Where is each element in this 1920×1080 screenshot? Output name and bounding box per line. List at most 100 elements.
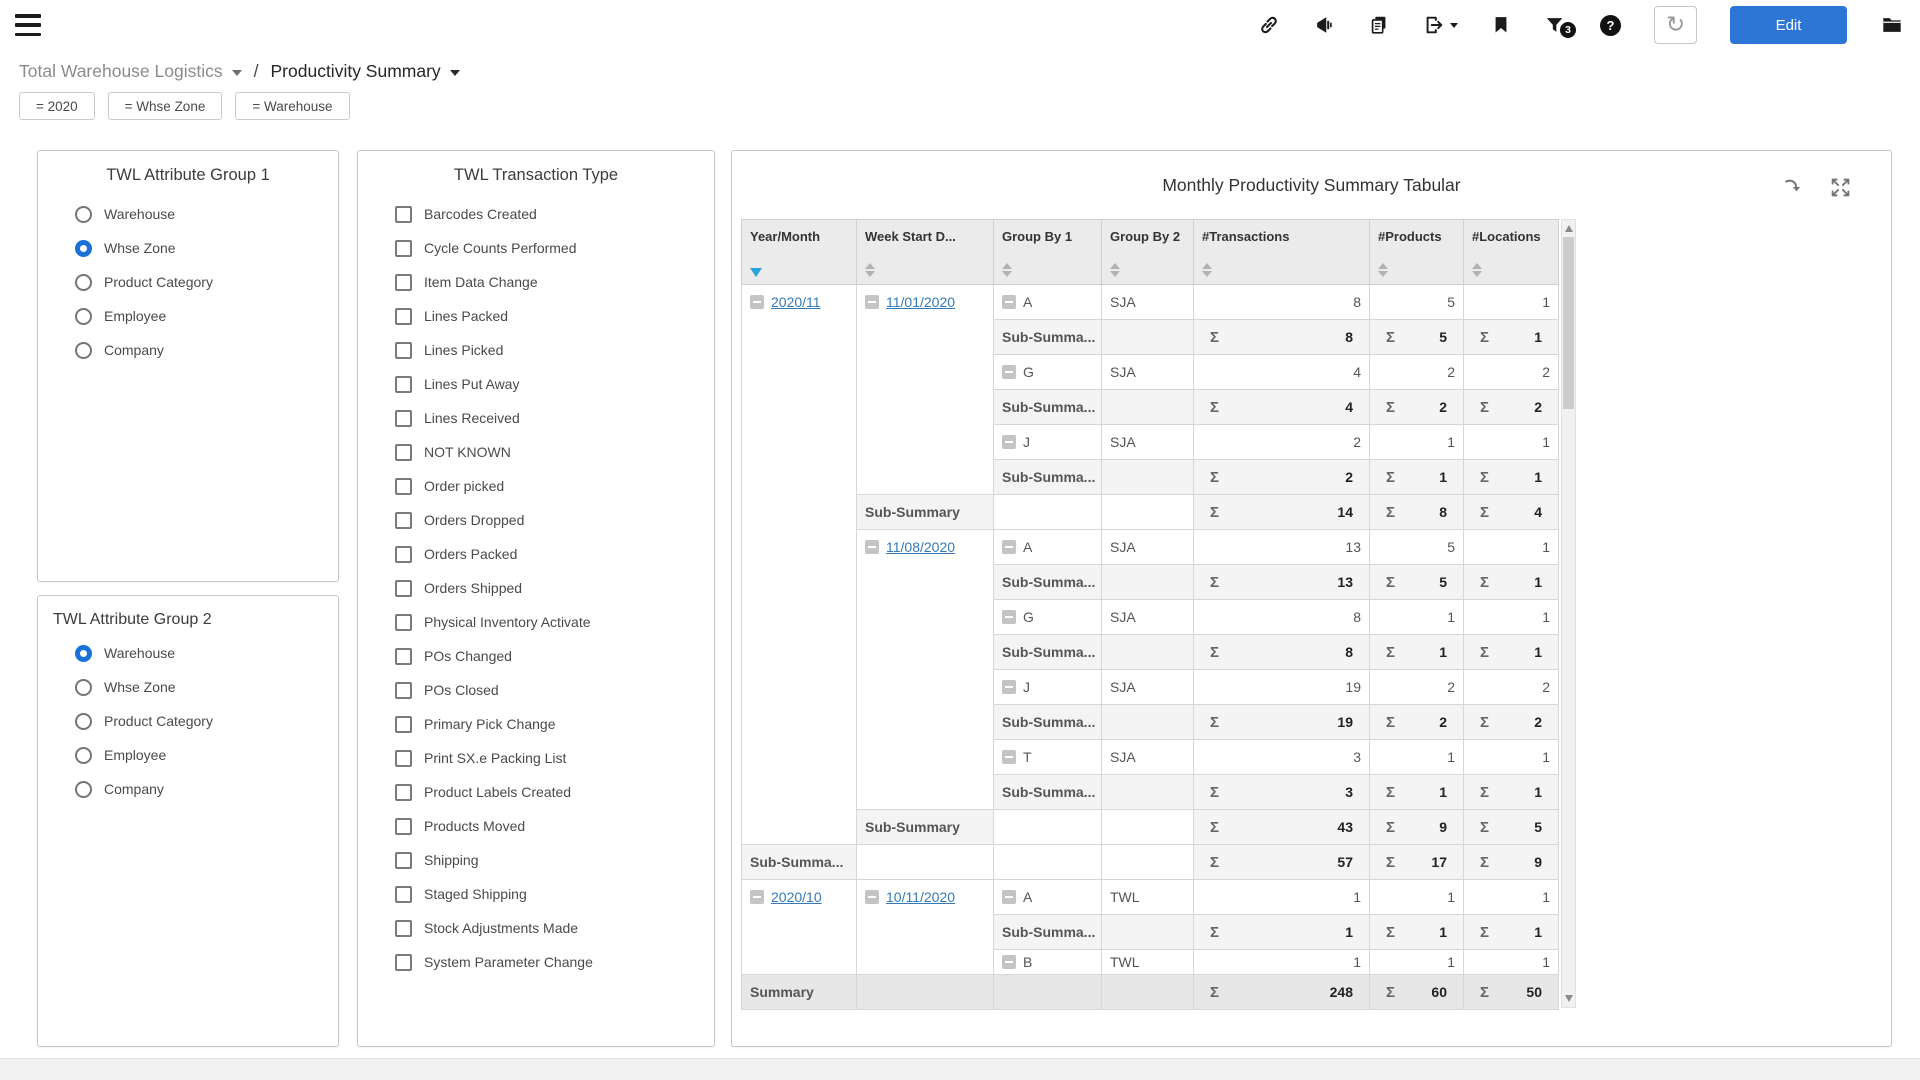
radio-icon[interactable] <box>75 713 92 730</box>
checkbox-option-lines-put-away[interactable]: Lines Put Away <box>395 367 704 401</box>
checkbox-option-pos-changed[interactable]: POs Changed <box>395 639 704 673</box>
collapse-icon[interactable] <box>1002 890 1016 904</box>
checkbox-icon[interactable] <box>395 886 412 903</box>
collapse-icon[interactable] <box>1002 295 1016 309</box>
sort-toggle-icon[interactable] <box>1202 263 1214 277</box>
radio-icon[interactable] <box>75 781 92 798</box>
checkbox-icon[interactable] <box>395 274 412 291</box>
collapse-icon[interactable] <box>750 890 764 904</box>
edit-button[interactable]: Edit <box>1730 6 1847 44</box>
refresh-button[interactable]: ↻ <box>1654 6 1697 44</box>
checkbox-icon[interactable] <box>395 478 412 495</box>
radio-icon[interactable] <box>75 747 92 764</box>
checkbox-option-system-parameter-change[interactable]: System Parameter Change <box>395 945 704 979</box>
checkbox-option-orders-packed[interactable]: Orders Packed <box>395 537 704 571</box>
drill-link[interactable]: 11/01/2020 <box>886 294 955 310</box>
drill-link[interactable]: 10/11/2020 <box>886 889 955 905</box>
radio-option-warehouse[interactable]: Warehouse <box>75 636 328 670</box>
checkbox-option-lines-picked[interactable]: Lines Picked <box>395 333 704 367</box>
radio-icon[interactable] <box>75 240 92 257</box>
radio-option-whse-zone[interactable]: Whse Zone <box>75 670 328 704</box>
breadcrumb-current[interactable]: Productivity Summary <box>271 61 460 82</box>
radio-option-product-category[interactable]: Product Category <box>75 704 328 738</box>
checkbox-option-orders-dropped[interactable]: Orders Dropped <box>395 503 704 537</box>
radio-option-whse-zone[interactable]: Whse Zone <box>75 231 328 265</box>
checkbox-icon[interactable] <box>395 342 412 359</box>
checkbox-option-lines-received[interactable]: Lines Received <box>395 401 704 435</box>
checkbox-option-product-labels-created[interactable]: Product Labels Created <box>395 775 704 809</box>
checkbox-icon[interactable] <box>395 614 412 631</box>
radio-icon[interactable] <box>75 645 92 662</box>
bookmark-icon[interactable] <box>1491 14 1511 36</box>
export-icon[interactable] <box>1423 14 1458 36</box>
filter-chip-2020[interactable]: = 2020 <box>19 92 95 120</box>
checkbox-icon[interactable] <box>395 852 412 869</box>
collapse-icon[interactable] <box>1002 540 1016 554</box>
radio-option-warehouse[interactable]: Warehouse <box>75 197 328 231</box>
checkbox-option-barcodes-created[interactable]: Barcodes Created <box>395 197 704 231</box>
sort-desc-icon[interactable] <box>750 268 762 277</box>
checkbox-icon[interactable] <box>395 410 412 427</box>
drill-link[interactable]: 2020/11 <box>771 294 821 310</box>
menu-icon[interactable] <box>15 12 43 38</box>
column-header-week-start-d[interactable]: Week Start D... <box>857 220 994 285</box>
checkbox-icon[interactable] <box>395 920 412 937</box>
filter-chip-warehouse[interactable]: = Warehouse <box>235 92 349 120</box>
column-header-group-by-1[interactable]: Group By 1 <box>994 220 1102 285</box>
checkbox-icon[interactable] <box>395 648 412 665</box>
checkbox-icon[interactable] <box>395 818 412 835</box>
checkbox-icon[interactable] <box>395 954 412 971</box>
scroll-down-icon[interactable] <box>1565 995 1573 1002</box>
checkbox-icon[interactable] <box>395 682 412 699</box>
checkbox-icon[interactable] <box>395 206 412 223</box>
radio-option-employee[interactable]: Employee <box>75 299 328 333</box>
column-header-group-by-2[interactable]: Group By 2 <box>1102 220 1194 285</box>
radio-option-product-category[interactable]: Product Category <box>75 265 328 299</box>
filter-icon[interactable]: 3 <box>1544 14 1567 36</box>
folder-icon[interactable] <box>1880 14 1904 36</box>
checkbox-option-stock-adjustments-made[interactable]: Stock Adjustments Made <box>395 911 704 945</box>
expand-icon[interactable] <box>1830 177 1851 201</box>
sort-toggle-icon[interactable] <box>1378 263 1390 277</box>
checkbox-option-staged-shipping[interactable]: Staged Shipping <box>395 877 704 911</box>
copy-icon[interactable] <box>1368 14 1390 36</box>
checkbox-option-primary-pick-change[interactable]: Primary Pick Change <box>395 707 704 741</box>
checkbox-icon[interactable] <box>395 444 412 461</box>
checkbox-icon[interactable] <box>395 580 412 597</box>
checkbox-icon[interactable] <box>395 784 412 801</box>
share-link-icon[interactable] <box>1258 14 1280 36</box>
column-header-products[interactable]: #Products <box>1370 220 1464 285</box>
column-header-locations[interactable]: #Locations <box>1464 220 1559 285</box>
collapse-icon[interactable] <box>865 890 879 904</box>
checkbox-option-not-known[interactable]: NOT KNOWN <box>395 435 704 469</box>
announcement-icon[interactable] <box>1313 14 1335 36</box>
checkbox-option-item-data-change[interactable]: Item Data Change <box>395 265 704 299</box>
checkbox-option-shipping[interactable]: Shipping <box>395 843 704 877</box>
collapse-icon[interactable] <box>1002 955 1016 969</box>
drill-link[interactable]: 2020/10 <box>771 889 822 905</box>
column-header-year-month[interactable]: Year/Month <box>742 220 857 285</box>
checkbox-icon[interactable] <box>395 750 412 767</box>
checkbox-icon[interactable] <box>395 240 412 257</box>
radio-icon[interactable] <box>75 274 92 291</box>
checkbox-icon[interactable] <box>395 546 412 563</box>
sort-toggle-icon[interactable] <box>1472 263 1484 277</box>
checkbox-option-cycle-counts-performed[interactable]: Cycle Counts Performed <box>395 231 704 265</box>
radio-option-company[interactable]: Company <box>75 772 328 806</box>
checkbox-option-print-sx-e-packing-list[interactable]: Print SX.e Packing List <box>395 741 704 775</box>
collapse-icon[interactable] <box>865 540 879 554</box>
checkbox-option-pos-closed[interactable]: POs Closed <box>395 673 704 707</box>
checkbox-option-lines-packed[interactable]: Lines Packed <box>395 299 704 333</box>
vertical-scrollbar[interactable] <box>1561 219 1576 1008</box>
checkbox-option-orders-shipped[interactable]: Orders Shipped <box>395 571 704 605</box>
checkbox-option-products-moved[interactable]: Products Moved <box>395 809 704 843</box>
scrollbar-thumb[interactable] <box>1563 237 1574 409</box>
checkbox-option-physical-inventory-activate[interactable]: Physical Inventory Activate <box>395 605 704 639</box>
sort-toggle-icon[interactable] <box>1002 263 1014 277</box>
help-icon[interactable]: ? <box>1600 15 1621 36</box>
breadcrumb-parent[interactable]: Total Warehouse Logistics <box>19 61 242 82</box>
scroll-up-icon[interactable] <box>1565 225 1573 232</box>
checkbox-icon[interactable] <box>395 512 412 529</box>
collapse-icon[interactable] <box>1002 365 1016 379</box>
radio-icon[interactable] <box>75 308 92 325</box>
